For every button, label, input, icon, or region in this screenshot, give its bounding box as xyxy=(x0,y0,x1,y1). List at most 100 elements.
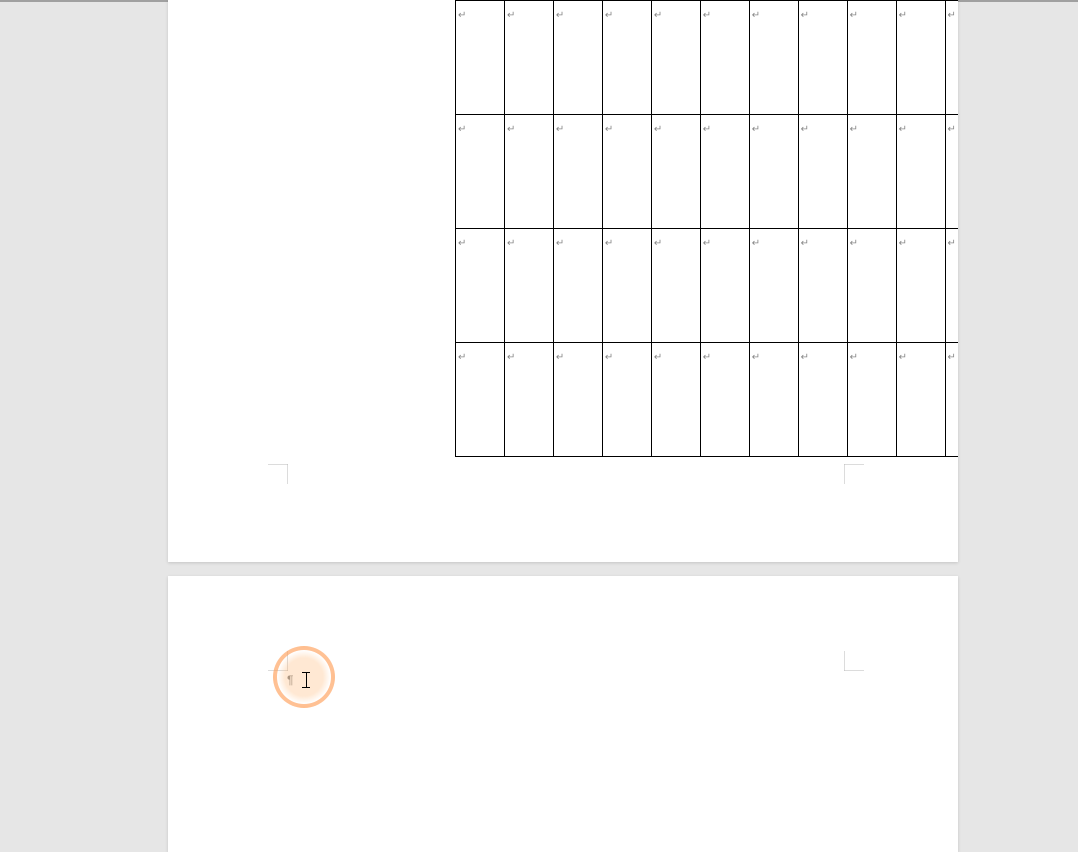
table-cell[interactable]: ↵ xyxy=(847,343,896,457)
table-cell[interactable]: ↵ xyxy=(602,229,651,343)
paragraph-return-icon: ↵ xyxy=(752,11,760,21)
paragraph-return-icon: ↵ xyxy=(899,125,907,135)
paragraph-return-icon: ↵ xyxy=(654,353,662,363)
table-cell[interactable]: ↵ xyxy=(456,343,505,457)
paragraph-return-icon: ↵ xyxy=(801,239,809,249)
table-cell[interactable]: ↵ xyxy=(553,115,602,229)
table-cell[interactable]: ↵ xyxy=(749,229,798,343)
paragraph-return-icon: ↵ xyxy=(703,353,711,363)
table-cell[interactable]: ↵ xyxy=(602,343,651,457)
table-cell[interactable]: ↵ xyxy=(798,229,847,343)
table-cell[interactable]: ↵ xyxy=(456,1,505,115)
table-row: ↵ ↵ ↵ ↵ ↵ ↵ ↵ ↵ ↵ ↵ ↵ xyxy=(456,229,959,343)
table-cell[interactable]: ↵ xyxy=(700,343,749,457)
paragraph-return-icon: ↵ xyxy=(556,239,564,249)
paragraph-return-icon: ↵ xyxy=(654,11,662,21)
table-cell[interactable]: ↵ xyxy=(700,1,749,115)
table-cell[interactable]: ↵ xyxy=(700,229,749,343)
paragraph-return-icon: ↵ xyxy=(948,239,956,249)
paragraph-return-icon: ↵ xyxy=(850,353,858,363)
table-cell[interactable]: ↵ xyxy=(896,229,945,343)
paragraph-return-icon: ↵ xyxy=(948,353,956,363)
paragraph-return-icon: ↵ xyxy=(948,11,956,21)
table-cell[interactable]: ↵ xyxy=(553,229,602,343)
table-cell[interactable]: ↵ xyxy=(847,1,896,115)
paragraph-return-icon: ↵ xyxy=(752,239,760,249)
margin-corner-bottom-left xyxy=(268,464,288,484)
paragraph-return-icon: ↵ xyxy=(899,11,907,21)
paragraph-return-icon: ↵ xyxy=(605,125,613,135)
table-cell[interactable]: ↵ xyxy=(456,229,505,343)
paragraph-return-icon: ↵ xyxy=(703,239,711,249)
paragraph-return-icon: ↵ xyxy=(556,125,564,135)
table-cell[interactable]: ↵ xyxy=(504,343,553,457)
paragraph-return-icon: ↵ xyxy=(507,239,515,249)
paragraph-return-icon: ↵ xyxy=(850,239,858,249)
table-cell[interactable]: ↵ xyxy=(602,1,651,115)
document-page-2[interactable]: ¶ xyxy=(168,576,958,852)
table-cell[interactable]: ↵ xyxy=(945,1,958,115)
table-cell[interactable]: ↵ xyxy=(749,115,798,229)
table-cell[interactable]: ↵ xyxy=(553,1,602,115)
paragraph-return-icon: ↵ xyxy=(654,125,662,135)
table-cell[interactable]: ↵ xyxy=(945,229,958,343)
paragraph-return-icon: ↵ xyxy=(507,125,515,135)
paragraph-return-icon: ↵ xyxy=(458,11,466,21)
table-cell[interactable]: ↵ xyxy=(504,1,553,115)
table-cell[interactable]: ↵ xyxy=(945,343,958,457)
table-row: ↵ ↵ ↵ ↵ ↵ ↵ ↵ ↵ ↵ ↵ ↵ xyxy=(456,343,959,457)
paragraph-return-icon: ↵ xyxy=(605,239,613,249)
table-cell[interactable]: ↵ xyxy=(749,1,798,115)
table-cell[interactable]: ↵ xyxy=(798,115,847,229)
paragraph-return-icon: ↵ xyxy=(654,239,662,249)
paragraph-return-icon: ↵ xyxy=(948,125,956,135)
table-cell[interactable]: ↵ xyxy=(553,343,602,457)
paragraph-mark[interactable]: ¶ xyxy=(287,673,293,687)
table-cell[interactable]: ↵ xyxy=(896,343,945,457)
margin-corner-bottom-right xyxy=(844,464,864,484)
paragraph-return-icon: ↵ xyxy=(850,11,858,21)
table-row: ↵ ↵ ↵ ↵ ↵ ↵ ↵ ↵ ↵ ↵ ↵ xyxy=(456,115,959,229)
document-page-1[interactable]: ↵↵↵↵↵↵↵↵↵↵↵↵↵↵↵↵↵↵↵↵↵↵↵↵↵↵↵↵↵↵↵↵↵↵↵↵↵↵↵↵… xyxy=(168,0,958,562)
paragraph-return-icon: ↵ xyxy=(507,353,515,363)
document-canvas[interactable]: ↵↵↵↵↵↵↵↵↵↵↵↵↵↵↵↵↵↵↵↵↵↵↵↵↵↵↵↵↵↵↵↵↵↵↵↵↵↵↵↵… xyxy=(0,0,1078,852)
paragraph-return-icon: ↵ xyxy=(801,125,809,135)
table-cell[interactable]: ↵ xyxy=(847,115,896,229)
paragraph-return-icon: ↵ xyxy=(556,11,564,21)
table-cell[interactable]: ↵ xyxy=(504,229,553,343)
paragraph-return-icon: ↵ xyxy=(703,125,711,135)
paragraph-return-icon: ↵ xyxy=(605,353,613,363)
paragraph-return-icon: ↵ xyxy=(899,239,907,249)
table-cell[interactable]: ↵ xyxy=(945,115,958,229)
paragraph-return-icon: ↵ xyxy=(752,125,760,135)
paragraph-return-icon: ↵ xyxy=(703,11,711,21)
table-cell[interactable]: ↵ xyxy=(896,1,945,115)
paragraph-return-icon: ↵ xyxy=(850,125,858,135)
paragraph-return-icon: ↵ xyxy=(556,353,564,363)
table-cell[interactable]: ↵ xyxy=(651,229,700,343)
table-cell[interactable]: ↵ xyxy=(602,115,651,229)
paragraph-return-icon: ↵ xyxy=(752,353,760,363)
paragraph-return-icon: ↵ xyxy=(605,11,613,21)
paragraph-return-icon: ↵ xyxy=(458,353,466,363)
paragraph-return-icon: ↵ xyxy=(458,239,466,249)
table-cell[interactable]: ↵ xyxy=(896,115,945,229)
table-cell[interactable]: ↵ xyxy=(504,115,553,229)
paragraph-return-icon: ↵ xyxy=(801,353,809,363)
table-cell[interactable]: ↵ xyxy=(798,343,847,457)
table-cell[interactable]: ↵ xyxy=(651,343,700,457)
document-table[interactable]: ↵↵↵↵↵↵↵↵↵↵↵↵↵↵↵↵↵↵↵↵↵↵↵↵↵↵↵↵↵↵↵↵↵↵↵↵↵↵↵↵… xyxy=(455,0,958,457)
table-cell[interactable]: ↵ xyxy=(651,1,700,115)
table-cell[interactable]: ↵ xyxy=(798,1,847,115)
table-cell[interactable]: ↵ xyxy=(456,115,505,229)
paragraph-return-icon: ↵ xyxy=(801,11,809,21)
table-cell[interactable]: ↵ xyxy=(700,115,749,229)
table-cell[interactable]: ↵ xyxy=(749,343,798,457)
table-cell[interactable]: ↵ xyxy=(847,229,896,343)
table-cell[interactable]: ↵ xyxy=(651,115,700,229)
margin-corner-top-right xyxy=(844,651,864,671)
paragraph-return-icon: ↵ xyxy=(899,353,907,363)
paragraph-return-icon: ↵ xyxy=(507,11,515,21)
table-row: ↵ ↵ ↵ ↵ ↵ ↵ ↵ ↵ ↵ ↵ ↵ xyxy=(456,1,959,115)
paragraph-return-icon: ↵ xyxy=(458,125,466,135)
